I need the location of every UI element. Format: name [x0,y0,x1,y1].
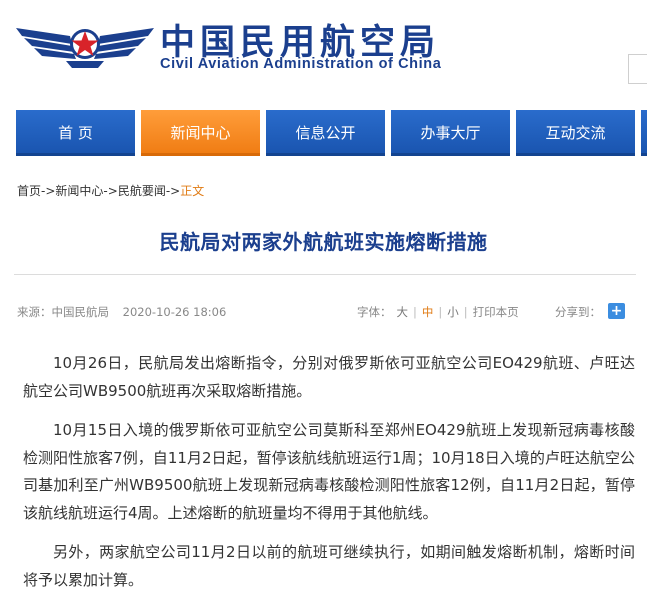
share-label: 分享到： [555,305,601,319]
breadcrumb-home[interactable]: 首页 [17,184,41,198]
nav-item-service[interactable]: 办事大厅 [391,110,510,156]
nav-item-interaction[interactable]: 互动交流 [516,110,635,156]
site-header: 中国民用航空局 Civil Aviation Administration of… [0,0,647,96]
nav-item-news[interactable]: 新闻中心 [141,110,260,156]
breadcrumb-separator: -> [103,184,118,198]
nav-item-home[interactable]: 首 页 [16,110,135,156]
font-size-medium[interactable]: 中 [422,305,434,319]
breadcrumb-separator: -> [165,184,181,198]
divider [14,274,636,275]
search-input[interactable] [628,54,647,84]
breadcrumb: 首页->新闻中心->民航要闻->正文 [17,182,204,199]
article-meta: 来源：中国民航局 2020-10-26 18:06 [17,304,236,320]
breadcrumb-current: 正文 [180,184,205,198]
article-paragraph: 另外，两家航空公司11月2日以前的航班可继续执行，如期间触发熔断机制，熔断时间将… [23,543,635,589]
caac-emblem-icon[interactable] [14,14,156,72]
main-nav: 首 页 新闻中心 信息公开 办事大厅 互动交流 [0,110,647,156]
breadcrumb-civil-aviation-news[interactable]: 民航要闻 [118,184,166,198]
font-size-small[interactable]: 小 [447,305,459,319]
breadcrumb-news-center[interactable]: 新闻中心 [55,184,103,198]
article-paragraph: 10月26日，民航局发出熔断指令，分别对俄罗斯依可亚航空公司EO429航班、卢旺… [23,354,635,400]
article-date: 2020-10-26 18:06 [122,305,227,319]
article-body: 10月26日，民航局发出熔断指令，分别对俄罗斯依可亚航空公司EO429航班、卢旺… [23,350,635,606]
nav-item-overflow[interactable] [641,110,647,156]
font-size-label: 字体： [357,305,392,319]
article-paragraph: 10月15日入境的俄罗斯依可亚航空公司莫斯科至郑州EO429航班上发现新冠病毒核… [23,421,635,522]
font-size-large[interactable]: 大 [397,305,409,319]
font-size-control: 字体：大 | 中 | 小 | 打印本页 [357,305,519,319]
print-page-link[interactable]: 打印本页 [473,305,519,319]
site-title-en: Civil Aviation Administration of China [160,56,442,72]
share-plus-icon[interactable]: + [608,303,625,319]
article-source: 来源：中国民航局 [17,305,109,319]
article-title: 民航局对两家外航航班实施熔断措施 [159,230,488,254]
breadcrumb-separator: -> [41,184,56,198]
nav-item-info[interactable]: 信息公开 [266,110,385,156]
